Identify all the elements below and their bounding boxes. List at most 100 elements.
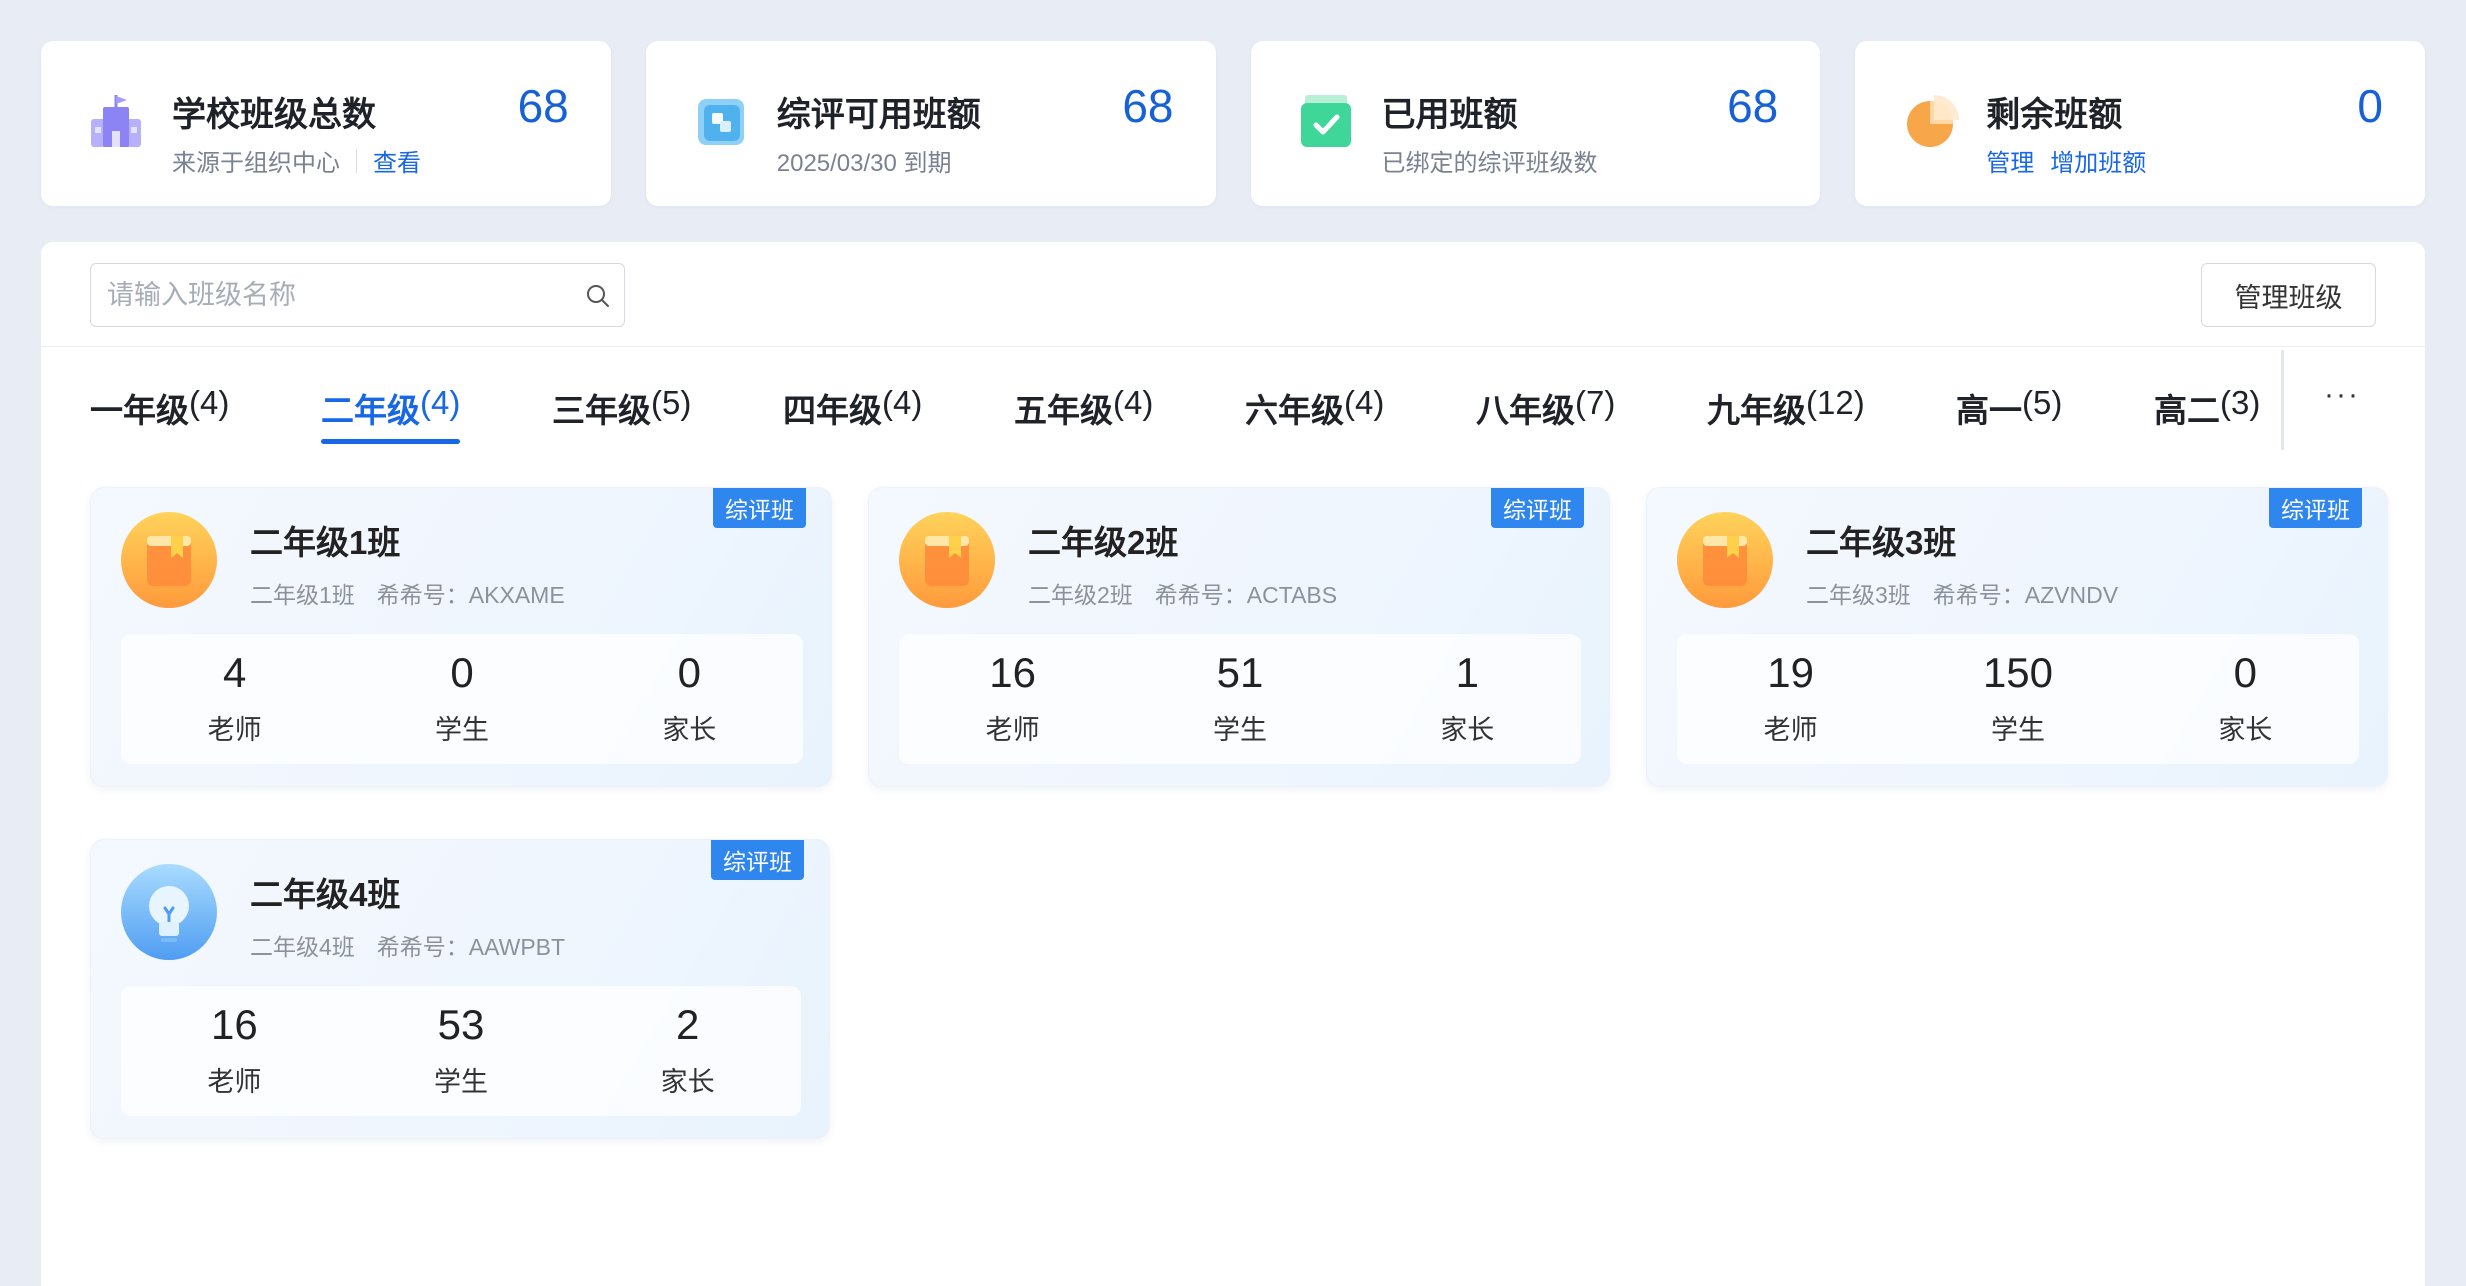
- class-stats: 16 老师 51 学生 1 家长: [899, 634, 1581, 764]
- class-code: 希希号：AZVNDV: [1932, 582, 2119, 608]
- teacher-stat: 19 老师: [1677, 634, 1904, 764]
- class-card[interactable]: 综评班 二年级3班 二年级3班 希希号：AZVNDV 19 老师 150 学生 0 家长: [1646, 487, 2388, 787]
- tab-senior-1[interactable]: 高一 (5): [1956, 372, 2062, 444]
- tab-count: (4): [1113, 384, 1154, 421]
- class-card[interactable]: 综评班 二年级1班 二年级1班 希希号：AKXAME 4 老师 0 学生 0 家长: [90, 487, 832, 787]
- tab-count: (4): [189, 384, 230, 421]
- student-count: 0: [450, 649, 474, 696]
- parent-label: 家长: [662, 715, 717, 745]
- class-badge: 综评班: [1491, 488, 1584, 528]
- divider: [2281, 350, 2284, 450]
- tab-count: (4): [1344, 384, 1385, 421]
- grade-tabs: 一年级 (4) 二年级 (4) 三年级 (5) 四年级 (4) 五年级 (4) 六年级 (4…: [90, 372, 2314, 444]
- stat-value: 68: [517, 80, 569, 132]
- bound-classes-text: 已绑定的综评班级数: [1381, 150, 1598, 177]
- manage-classes-button[interactable]: 管理班级: [2201, 263, 2376, 327]
- stat-source-text: 来源于组织中心: [172, 150, 340, 177]
- student-count: 150: [1982, 649, 2054, 696]
- book-icon: [1677, 512, 1773, 608]
- class-stats: 16 老师 53 学生 2 家长: [121, 986, 801, 1116]
- parent-label: 家长: [1440, 715, 1495, 745]
- tab-grade-1[interactable]: 一年级 (4): [90, 372, 229, 444]
- search-icon[interactable]: [584, 282, 612, 310]
- stat-title: 已用班额: [1381, 96, 1518, 134]
- student-label: 学生: [1212, 715, 1267, 745]
- class-card[interactable]: 综评班 二年级4班 二年级4班 希希号：AAWPBT 16 老师 53 学生 2 家长: [90, 839, 830, 1139]
- teacher-count: 16: [989, 649, 1037, 696]
- parent-stat: 1 家长: [1354, 634, 1581, 764]
- stat-card-available-quota: 综评可用班额 2025/03/30 到期 68: [645, 41, 1216, 206]
- stat-subtitle: 2025/03/30 到期: [777, 143, 952, 178]
- teacher-label: 老师: [207, 1067, 262, 1097]
- class-panel: 管理班级 一年级(4) 二年级(4) 三年级(5) 四年级(4) 五年级(4) …: [41, 242, 2425, 1286]
- tab-grade-8[interactable]: 八年级 (7): [1476, 372, 1615, 444]
- parent-count: 2: [676, 1001, 700, 1048]
- tab-label: 高二: [2154, 392, 2220, 429]
- parent-stat: 2 家长: [574, 986, 801, 1116]
- class-badge: 综评班: [713, 488, 806, 528]
- tab-count: (3): [2220, 384, 2261, 421]
- pie-icon: [1907, 95, 1960, 147]
- stat-value: 68: [1727, 80, 1779, 132]
- view-link[interactable]: 查看: [373, 143, 421, 178]
- search-input[interactable]: [91, 264, 624, 326]
- tab-label: 一年级: [90, 392, 189, 429]
- class-sub-name: 二年级3班: [1806, 582, 1911, 608]
- class-sub-name: 二年级2班: [1028, 582, 1133, 608]
- teacher-label: 老师: [1763, 715, 1818, 745]
- student-label: 学生: [434, 1067, 488, 1097]
- tab-grade-9[interactable]: 九年级 (12): [1707, 372, 1865, 444]
- tab-grade-4[interactable]: 四年级 (4): [783, 372, 922, 444]
- class-card[interactable]: 综评班 二年级2班 二年级2班 希希号：ACTABS 16 老师 51 学生 1 家长: [868, 487, 1610, 787]
- student-stat: 150 学生: [1904, 634, 2131, 764]
- tab-grade-6[interactable]: 六年级 (4): [1245, 372, 1384, 444]
- tab-senior-2[interactable]: 高二 (3): [2154, 372, 2260, 444]
- tab-grade-5[interactable]: 五年级 (4): [1014, 372, 1153, 444]
- tab-grade-3[interactable]: 三年级 (5): [552, 372, 691, 444]
- class-sub-name: 二年级4班: [250, 934, 355, 960]
- tab-label: 八年级: [1476, 392, 1575, 429]
- teacher-label: 老师: [207, 715, 262, 745]
- more-tabs-button[interactable]: ···: [2317, 375, 2367, 415]
- class-badge: 综评班: [2269, 488, 2362, 528]
- tab-label: 六年级: [1245, 392, 1344, 429]
- stat-subtitle: 来源于组织中心 查看: [172, 143, 421, 178]
- class-code: 希希号：ACTABS: [1154, 582, 1338, 608]
- school-icon: [91, 95, 141, 147]
- teacher-count: 19: [1767, 649, 1815, 696]
- lightbulb-icon: [121, 864, 217, 960]
- tab-count: (4): [882, 384, 923, 421]
- tab-label: 四年级: [783, 392, 882, 429]
- add-quota-link[interactable]: 增加班额: [2050, 143, 2146, 178]
- student-label: 学生: [1990, 715, 2045, 745]
- class-meta: 二年级1班 希希号：AKXAME: [250, 576, 565, 610]
- teacher-count: 4: [222, 649, 247, 696]
- stat-value: 0: [2357, 80, 2383, 132]
- student-stat: 0 学生: [348, 634, 575, 764]
- cube-icon: [697, 99, 744, 145]
- class-badge: 综评班: [711, 840, 804, 880]
- teacher-stat: 16 老师: [121, 986, 348, 1116]
- tab-grade-2[interactable]: 二年级 (4): [321, 372, 461, 444]
- stat-subtitle: 已绑定的综评班级数: [1382, 143, 1598, 178]
- class-name: 二年级2班: [1028, 524, 1179, 561]
- stat-card-used-quota: 已用班额 已绑定的综评班级数 68: [1250, 41, 1821, 206]
- class-code: 希希号：AKXAME: [376, 582, 565, 608]
- book-icon: [121, 512, 217, 608]
- class-name: 二年级3班: [1806, 524, 1957, 561]
- class-stats: 4 老师 0 学生 0 家长: [121, 634, 803, 764]
- teacher-stat: 4 老师: [121, 634, 348, 764]
- tab-label: 九年级: [1707, 392, 1806, 429]
- parent-count: 1: [1455, 649, 1479, 696]
- stats-row: 学校班级总数 来源于组织中心 查看 68 综评可用班额 2025/03/30 到…: [41, 41, 2425, 206]
- parent-label: 家长: [660, 1067, 715, 1097]
- stat-card-remaining-quota: 剩余班额 管理 增加班额 0: [1855, 41, 2425, 206]
- stat-title: 综评可用班额: [776, 96, 981, 134]
- class-meta: 二年级4班 希希号：AAWPBT: [250, 928, 565, 962]
- manage-link[interactable]: 管理: [1986, 143, 2034, 178]
- student-stat: 53 学生: [348, 986, 575, 1116]
- divider: [356, 148, 357, 173]
- stat-title: 学校班级总数: [172, 96, 376, 134]
- parent-label: 家长: [2218, 715, 2273, 745]
- stat-card-total-classes: 学校班级总数 来源于组织中心 查看 68: [41, 41, 611, 206]
